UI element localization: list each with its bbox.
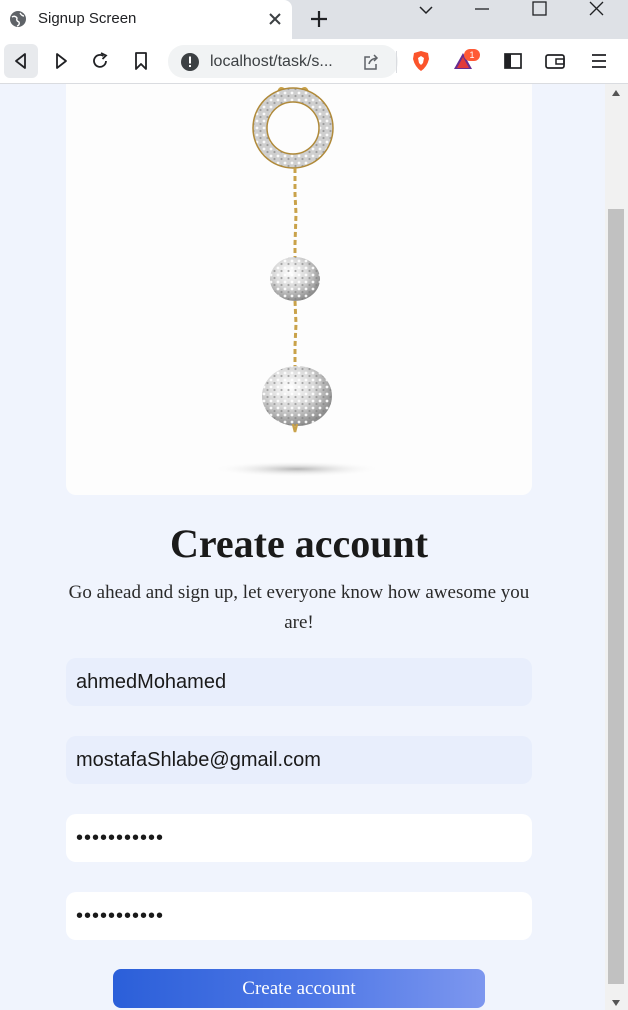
create-account-button[interactable]: Create account [113, 969, 485, 1008]
browser-toolbar: localhost/task/s... 1 [0, 39, 628, 84]
back-icon [15, 53, 26, 69]
page-subtitle: Go ahead and sign up, let everyone know … [68, 582, 530, 633]
scroll-thumb[interactable] [608, 209, 624, 984]
reload-icon[interactable] [89, 50, 111, 72]
page-scrollbar[interactable] [605, 84, 628, 1010]
brave-shields-icon[interactable] [410, 50, 432, 72]
minimize-icon[interactable] [472, 0, 492, 20]
back-button[interactable] [4, 44, 38, 78]
url-text: localhost/task/s... [210, 53, 333, 70]
tab-title: Signup Screen [38, 10, 137, 27]
close-tab-icon[interactable] [266, 10, 284, 28]
pendant-image [212, 87, 382, 477]
share-icon[interactable] [361, 52, 381, 72]
notification-badge: 1 [464, 49, 480, 61]
menu-icon[interactable] [588, 50, 610, 72]
maximize-icon[interactable] [530, 0, 550, 20]
globe-icon [10, 11, 26, 27]
scroll-down-arrow-icon[interactable] [612, 1000, 620, 1006]
wallet-icon[interactable] [544, 50, 566, 72]
sidebar-icon[interactable] [502, 50, 524, 72]
info-icon[interactable] [180, 52, 200, 72]
confirm-password-field[interactable] [66, 892, 532, 940]
toolbar-divider [396, 51, 397, 73]
new-tab-icon[interactable] [308, 8, 330, 30]
page-title: Create account [169, 521, 429, 566]
address-bar[interactable]: localhost/task/s... [168, 45, 398, 78]
username-field[interactable] [66, 658, 532, 706]
tab-signup-screen[interactable]: Signup Screen [0, 0, 292, 39]
forward-icon[interactable] [50, 50, 72, 72]
product-image [66, 84, 532, 495]
window-close-icon[interactable] [587, 0, 607, 20]
scroll-up-arrow-icon[interactable] [612, 90, 620, 96]
password-field[interactable] [66, 814, 532, 862]
tab-search-chevron-icon[interactable] [416, 0, 436, 20]
bookmark-icon[interactable] [130, 50, 152, 72]
email-field[interactable] [66, 736, 532, 784]
tab-strip: Signup Screen [0, 0, 628, 39]
